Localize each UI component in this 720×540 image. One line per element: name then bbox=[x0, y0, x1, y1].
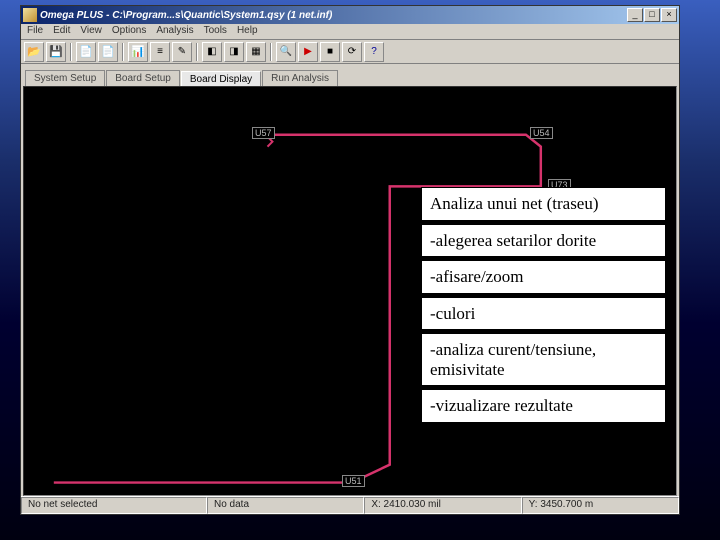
bars-icon[interactable] bbox=[150, 42, 170, 62]
tab-run-analysis[interactable]: Run Analysis bbox=[262, 70, 338, 86]
tab-board-setup[interactable]: Board Setup bbox=[106, 70, 180, 86]
window-title: Omega PLUS - C:\Program...s\Quantic\Syst… bbox=[40, 10, 627, 21]
close-button[interactable]: × bbox=[661, 8, 677, 22]
node-u54: U54 bbox=[530, 127, 553, 139]
overlay-item-0: -alegerea setarilor dorite bbox=[421, 224, 666, 258]
window-controls: _ □ × bbox=[627, 8, 677, 22]
maximize-button[interactable]: □ bbox=[644, 8, 660, 22]
overlay-item-1: -afisare/zoom bbox=[421, 260, 666, 294]
layout2-icon[interactable] bbox=[224, 42, 244, 62]
overlay-title: Analiza unui net (traseu) bbox=[421, 187, 666, 221]
save-icon[interactable] bbox=[46, 42, 66, 62]
layout1-icon[interactable] bbox=[202, 42, 222, 62]
titlebar: Omega PLUS - C:\Program...s\Quantic\Syst… bbox=[21, 6, 679, 24]
open-icon[interactable] bbox=[24, 42, 44, 62]
separator-icon bbox=[270, 43, 272, 61]
refresh-icon[interactable] bbox=[342, 42, 362, 62]
app-window: Omega PLUS - C:\Program...s\Quantic\Syst… bbox=[20, 5, 680, 515]
stop-icon[interactable] bbox=[320, 42, 340, 62]
tab-system-setup[interactable]: System Setup bbox=[25, 70, 105, 86]
toolbar bbox=[21, 40, 679, 64]
doc2-icon[interactable] bbox=[98, 42, 118, 62]
chart-icon[interactable] bbox=[128, 42, 148, 62]
menu-view[interactable]: View bbox=[80, 25, 102, 38]
overlay-item-2: -culori bbox=[421, 297, 666, 331]
statusbar: No net selected No data X: 2410.030 mil … bbox=[21, 496, 679, 514]
overlay-item-3: -analiza curent/tensiune, emisivitate bbox=[421, 333, 666, 386]
separator-icon bbox=[196, 43, 198, 61]
app-icon bbox=[23, 8, 37, 22]
status-y: Y: 3450.700 m bbox=[522, 497, 679, 514]
menubar: File Edit View Options Analysis Tools He… bbox=[21, 24, 679, 40]
status-selection: No net selected bbox=[21, 497, 207, 514]
node-u57: U57 bbox=[252, 127, 275, 139]
overlay-panel: Analiza unui net (traseu) -alegerea seta… bbox=[421, 187, 666, 426]
menu-edit[interactable]: Edit bbox=[53, 25, 70, 38]
tab-board-display[interactable]: Board Display bbox=[181, 71, 261, 87]
menu-options[interactable]: Options bbox=[112, 25, 146, 38]
doc-icon[interactable] bbox=[76, 42, 96, 62]
board-canvas[interactable]: U57 U54 U73 U51 Analiza unui net (traseu… bbox=[23, 86, 677, 496]
separator-icon bbox=[70, 43, 72, 61]
menu-tools[interactable]: Tools bbox=[204, 25, 227, 38]
tabbar: System Setup Board Setup Board Display R… bbox=[21, 64, 679, 86]
run-icon[interactable] bbox=[298, 42, 318, 62]
separator-icon bbox=[122, 43, 124, 61]
overlay-item-4: -vizualizare rezultate bbox=[421, 389, 666, 423]
status-x: X: 2410.030 mil bbox=[364, 497, 521, 514]
menu-file[interactable]: File bbox=[27, 25, 43, 38]
help-icon[interactable] bbox=[364, 42, 384, 62]
status-data: No data bbox=[207, 497, 364, 514]
menu-help[interactable]: Help bbox=[237, 25, 258, 38]
zoom-icon[interactable] bbox=[276, 42, 296, 62]
node-u51: U51 bbox=[342, 475, 365, 487]
minimize-button[interactable]: _ bbox=[627, 8, 643, 22]
menu-analysis[interactable]: Analysis bbox=[156, 25, 193, 38]
pencil-icon[interactable] bbox=[172, 42, 192, 62]
grid-icon[interactable] bbox=[246, 42, 266, 62]
